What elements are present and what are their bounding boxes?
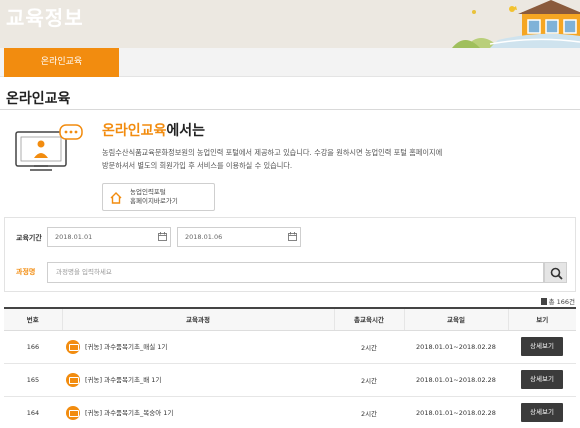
column-header: 교육과정 bbox=[61, 307, 334, 331]
school-illustration bbox=[452, 0, 580, 48]
online-lecture-illustration bbox=[15, 124, 83, 171]
portal-button-line: 농업인력포털 bbox=[130, 188, 166, 196]
course-title[interactable]: [귀농] 과수품목기초_배 1기 bbox=[85, 376, 161, 384]
total-count: 총 166건 bbox=[540, 296, 575, 306]
end-date-value: 2018.01.06 bbox=[185, 233, 223, 241]
column-header: 번호 bbox=[4, 307, 62, 331]
course-dates: 2018.01.01~2018.02.28 bbox=[404, 330, 508, 364]
detail-cell: 상세보기 bbox=[508, 330, 576, 364]
course-icon bbox=[66, 339, 80, 354]
period-label: 교육기간 bbox=[16, 234, 42, 242]
course-dates: 2018.01.01~2018.02.28 bbox=[404, 363, 508, 397]
row-number: 166 bbox=[4, 330, 62, 364]
course-title-cell[interactable]: [귀농] 과수품목기초_배 1기 bbox=[62, 363, 334, 397]
detail-button[interactable]: 상세보기 bbox=[521, 370, 563, 389]
intro-description: 농림수산식품교육문화정보원의 농업인력 포털에서 제공하고 있습니다. 수강을 … bbox=[102, 146, 502, 172]
page-header-title: 교육정보 bbox=[6, 6, 84, 30]
start-date-field[interactable]: 2018.01.01 bbox=[47, 227, 171, 247]
document-icon bbox=[540, 298, 547, 305]
detail-cell: 상세보기 bbox=[508, 396, 576, 428]
start-date-value: 2018.01.01 bbox=[55, 233, 93, 241]
course-dates: 2018.01.01~2018.02.28 bbox=[404, 396, 508, 428]
column-header: 총교육시간 bbox=[333, 307, 404, 331]
course-title[interactable]: [귀농] 과수품목기초_복숭아 1기 bbox=[85, 409, 173, 417]
course-title-cell[interactable]: [귀농] 과수품목기초_매실 1기 bbox=[62, 330, 334, 364]
column-header: 보기 bbox=[507, 307, 576, 331]
tab-online-education[interactable]: 온라인교육 bbox=[4, 48, 119, 77]
course-title[interactable]: [귀농] 과수품목기초_매실 1기 bbox=[85, 343, 167, 351]
table-row: 166 [귀농] 과수품목기초_매실 1기 2시간 2018.01.01~201… bbox=[4, 330, 576, 364]
detail-button[interactable]: 상세보기 bbox=[521, 403, 563, 422]
intro-heading-highlight: 온라인교육 bbox=[102, 123, 167, 139]
calendar-icon[interactable] bbox=[158, 232, 167, 241]
search-button[interactable] bbox=[544, 262, 567, 283]
course-name-label: 과정명 bbox=[16, 268, 36, 276]
table-header-row: 번호 교육과정 총교육시간 교육일 보기 bbox=[4, 307, 576, 331]
search-icon bbox=[550, 267, 563, 280]
course-table: 번호 교육과정 총교육시간 교육일 보기 166 [귀농] 과수품목기초_매실 … bbox=[4, 307, 576, 428]
tab-bar: 온라인교육 bbox=[0, 48, 580, 77]
end-date-field[interactable]: 2018.01.06 bbox=[177, 227, 301, 247]
row-number: 164 bbox=[4, 396, 62, 428]
detail-cell: 상세보기 bbox=[508, 363, 576, 397]
total-count-text: 총 166건 bbox=[548, 298, 575, 306]
page-title: 온라인교육 bbox=[6, 91, 71, 107]
divider bbox=[0, 109, 580, 110]
course-icon bbox=[66, 405, 80, 420]
table-row: 164 [귀농] 과수품목기초_복숭아 1기 2시간 2018.01.01~20… bbox=[4, 396, 576, 428]
intro-heading: 온라인교육에서는 bbox=[102, 120, 205, 140]
calendar-icon[interactable] bbox=[288, 232, 297, 241]
course-hours: 2시간 bbox=[334, 330, 404, 364]
search-panel: 교육기간 2018.01.01 2018.01.06 과정명 과정명을 입력하세… bbox=[4, 217, 576, 292]
course-icon bbox=[66, 372, 80, 387]
course-title-cell[interactable]: [귀농] 과수품목기초_복숭아 1기 bbox=[62, 396, 334, 428]
intro-heading-rest: 에서는 bbox=[166, 123, 206, 139]
portal-homepage-button[interactable]: 농업인력포털 홈페이지바로가기 bbox=[102, 183, 215, 211]
row-number: 165 bbox=[4, 363, 62, 397]
home-icon bbox=[110, 192, 122, 204]
course-hours: 2시간 bbox=[334, 363, 404, 397]
detail-button[interactable]: 상세보기 bbox=[521, 337, 563, 356]
course-hours: 2시간 bbox=[334, 396, 404, 428]
header-banner: 교육정보 bbox=[0, 0, 580, 48]
course-search-input[interactable]: 과정명을 입력하세요 bbox=[47, 262, 544, 283]
portal-button-line: 홈페이지바로가기 bbox=[130, 197, 178, 205]
column-header: 교육일 bbox=[403, 307, 508, 331]
intro-desc-line: 농림수산식품교육문화정보원의 농업인력 포털에서 제공하고 있습니다. 수강을 … bbox=[102, 148, 443, 157]
intro-desc-line: 방문하셔서 별도의 회원가입 후 서비스를 이용하실 수 있습니다. bbox=[102, 161, 293, 170]
table-row: 165 [귀농] 과수품목기초_배 1기 2시간 2018.01.01~2018… bbox=[4, 363, 576, 397]
